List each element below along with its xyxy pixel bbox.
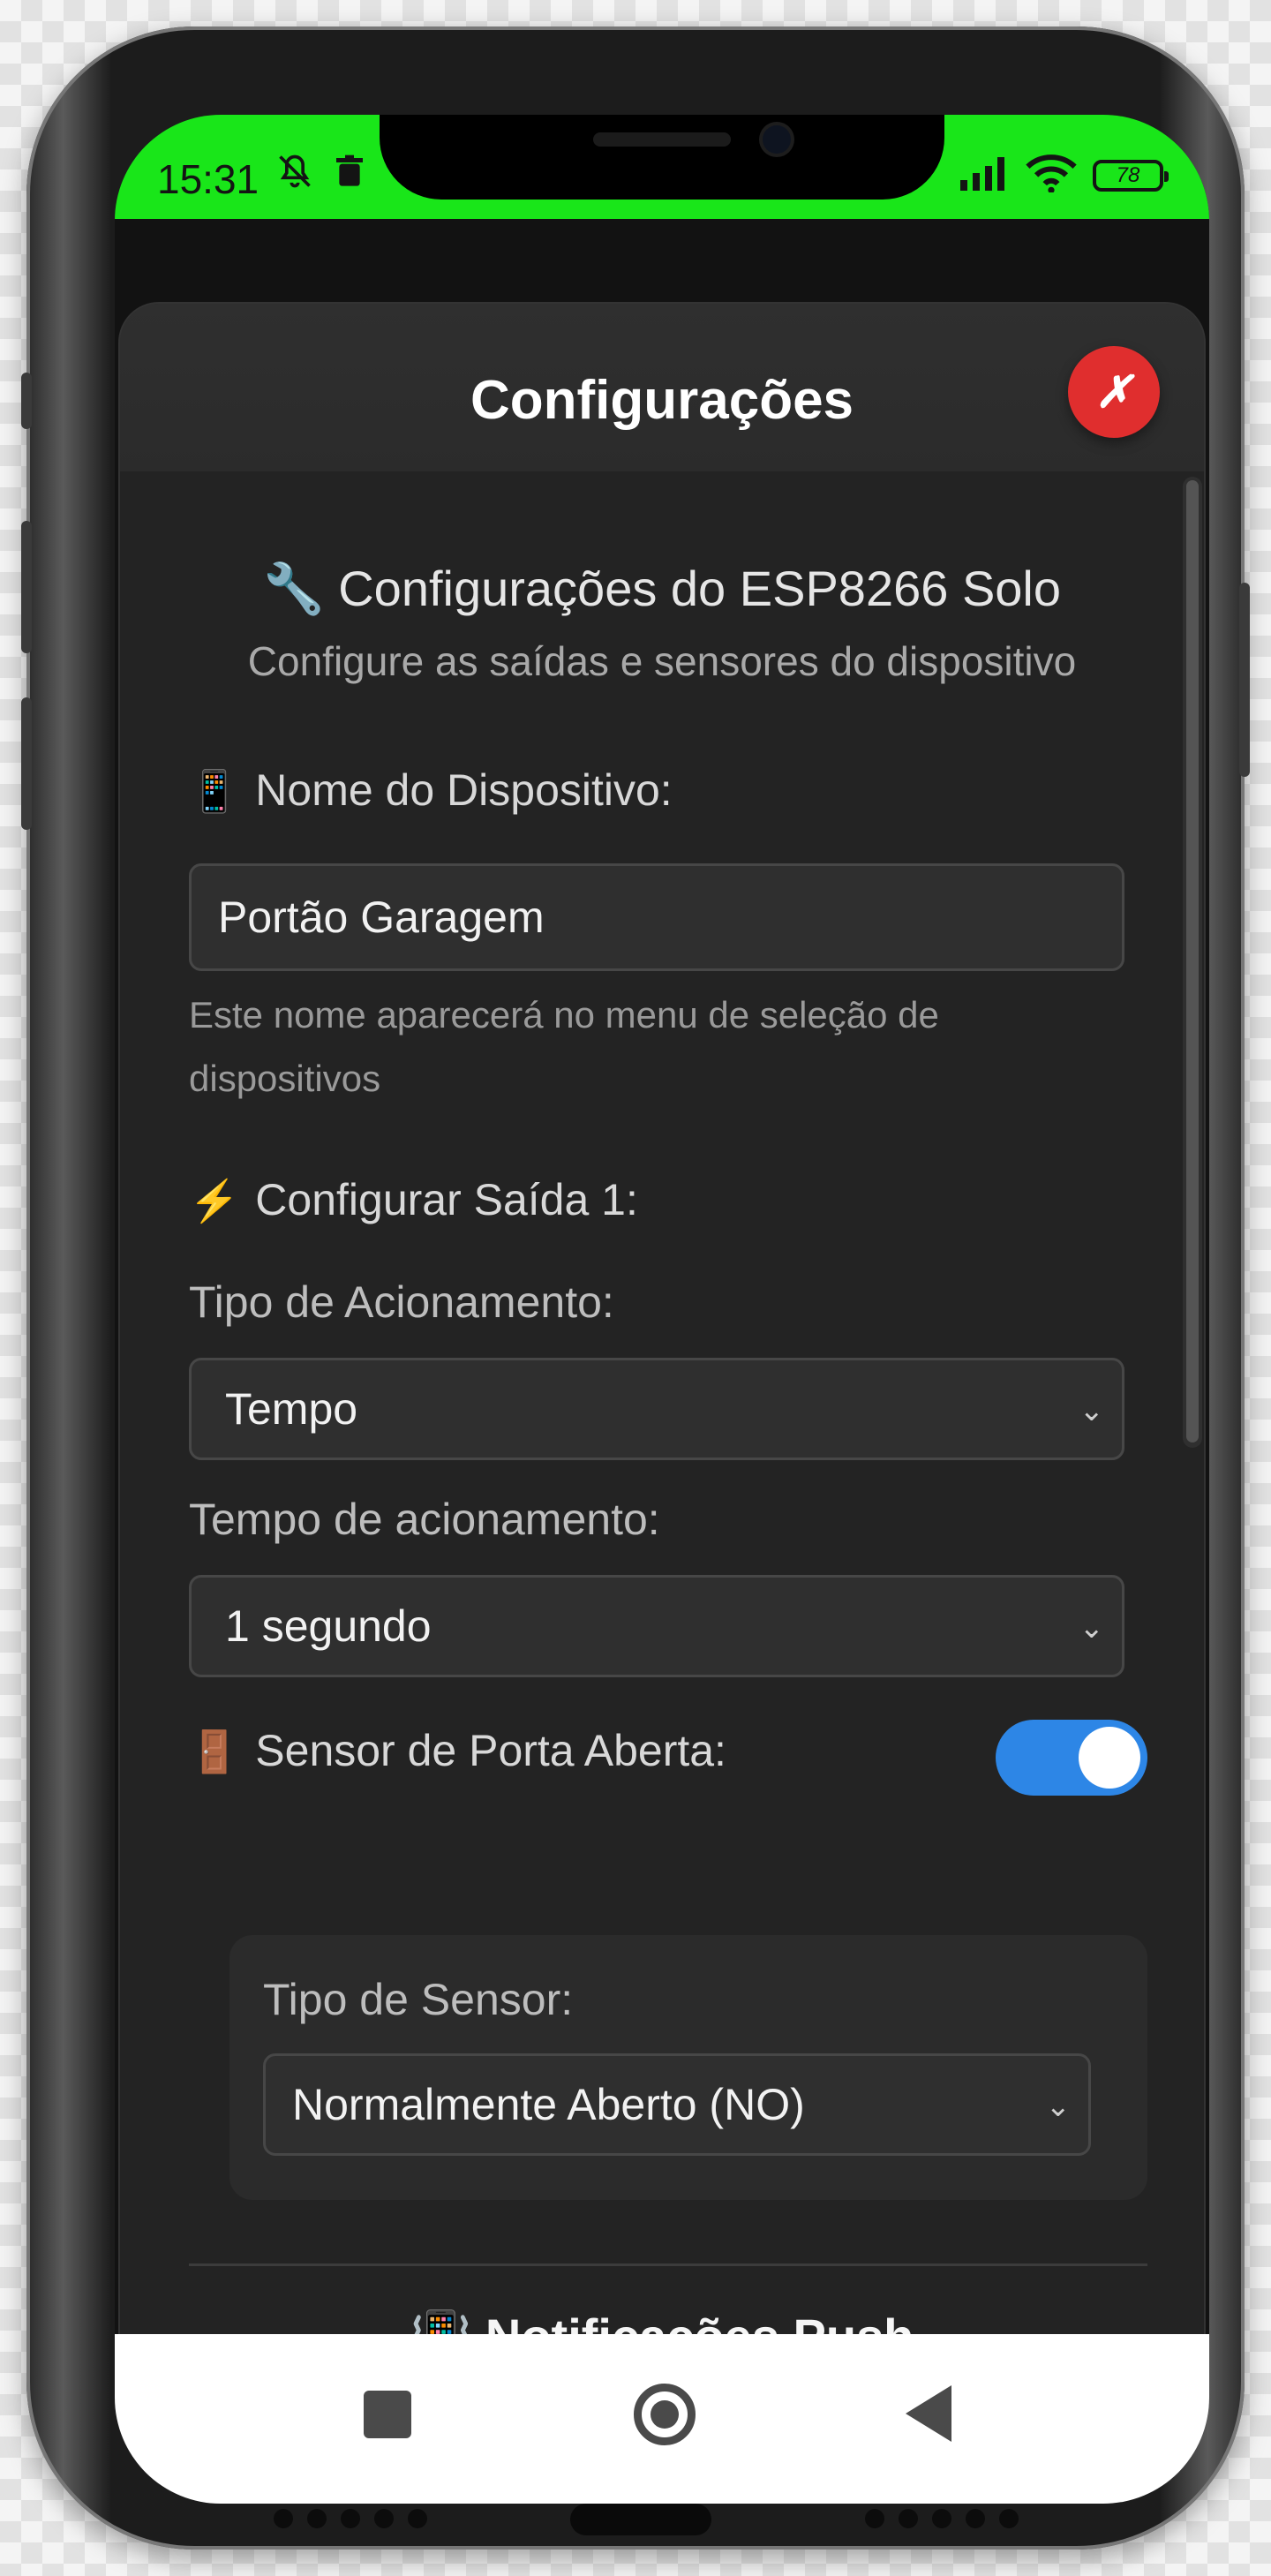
device-config-title: 🔧 Configurações do ESP8266 Solo — [262, 561, 1062, 616]
wifi-icon — [1026, 154, 1077, 197]
sensor-type-panel: Tipo de Sensor: Normalmente Aberto (NO) … — [229, 1935, 1147, 2200]
bottom-speaker-right — [865, 2509, 1033, 2532]
phone-icon: 📱 — [189, 768, 240, 814]
lightning-icon: ⚡ — [189, 1178, 240, 1224]
usb-port — [570, 2504, 711, 2535]
sensor-type-label: Tipo de Sensor: — [263, 1975, 574, 2024]
device-name-help: Este nome aparecerá no menu de seleção d… — [189, 994, 939, 1099]
phone-screen: 15:31 78 Configurações ✗ 🔧 Configurações… — [115, 115, 1209, 2504]
status-bar: 15:31 78 — [115, 115, 1209, 219]
scrollbar-thumb[interactable] — [1186, 480, 1199, 1442]
battery-icon: 78 — [1093, 159, 1169, 192]
status-right-icons: 78 — [959, 154, 1169, 197]
door-sensor-label: 🚪 Sensor de Porta Aberta: — [189, 1726, 726, 1775]
status-left-icons — [275, 152, 367, 200]
status-time: 15:31 — [157, 156, 259, 202]
chevron-down-icon: ⌄ — [1079, 1611, 1105, 1645]
bell-off-icon — [275, 154, 332, 199]
camera-notch — [380, 115, 944, 200]
power-button — [1239, 583, 1250, 777]
device-name-input[interactable]: Portão Garagem — [189, 863, 1124, 971]
device-name-label: 📱 Nome do Dispositivo: — [189, 765, 673, 815]
android-nav-bar — [115, 2334, 1209, 2504]
home-button[interactable] — [634, 2384, 696, 2445]
door-sensor-toggle[interactable] — [996, 1720, 1147, 1796]
back-button[interactable] — [906, 2385, 951, 2442]
recent-apps-button[interactable] — [364, 2391, 411, 2438]
trigger-type-select[interactable]: Tempo ⌄ — [189, 1358, 1124, 1460]
device-config-subtitle: Configure as saídas e sensores do dispos… — [247, 638, 1077, 684]
modal-header: Configurações ✗ — [120, 304, 1204, 473]
trigger-type-label: Tipo de Acionamento: — [189, 1277, 614, 1327]
modal-scrollbar[interactable] — [1183, 477, 1202, 1448]
push-notifications-title: 📳 Notificações Push — [120, 2308, 1204, 2334]
door-icon: 🚪 — [189, 1729, 240, 1774]
trigger-time-label: Tempo de acionamento: — [189, 1495, 660, 1544]
trigger-time-select[interactable]: 1 segundo ⌄ — [189, 1575, 1124, 1677]
earpiece-speaker — [593, 132, 731, 147]
signal-icon — [959, 155, 1010, 195]
volume-down-button — [21, 697, 32, 830]
modal-content: 🔧 Configurações do ESP8266 Solo Configur… — [120, 471, 1204, 2334]
trash-icon — [332, 154, 367, 199]
toggle-knob — [1079, 1727, 1140, 1789]
settings-modal: Configurações ✗ 🔧 Configurações do ESP82… — [120, 304, 1204, 2334]
close-button[interactable]: ✗ — [1068, 346, 1160, 438]
output-section-label: ⚡ Configurar Saída 1: — [189, 1175, 638, 1224]
volume-up-button — [21, 521, 32, 653]
chevron-down-icon: ⌄ — [1079, 1394, 1105, 1427]
modal-title: Configurações — [470, 370, 854, 431]
sensor-type-select[interactable]: Normalmente Aberto (NO) ⌄ — [263, 2053, 1091, 2156]
section-divider — [189, 2263, 1147, 2266]
volume-button — [21, 373, 32, 429]
front-camera — [763, 125, 791, 154]
chevron-down-icon: ⌄ — [1045, 2090, 1072, 2123]
bottom-speaker-left — [274, 2509, 441, 2532]
phone-frame: 15:31 78 Configurações ✗ 🔧 Configurações… — [21, 26, 1250, 2550]
